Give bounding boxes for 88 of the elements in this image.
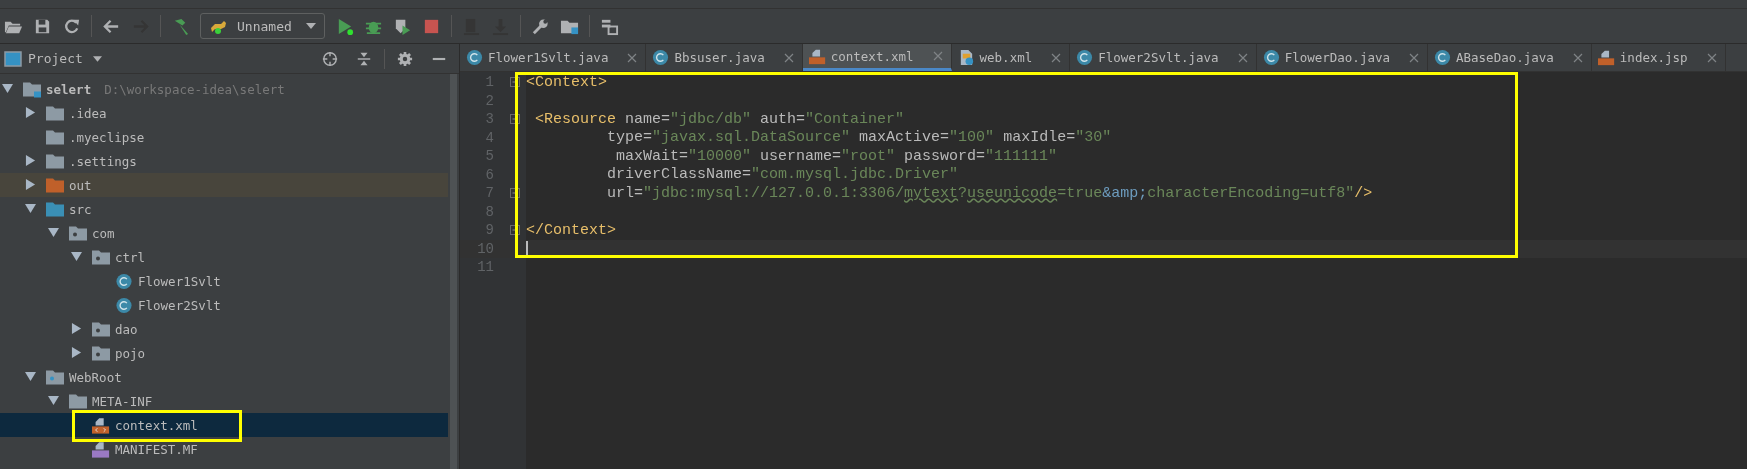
class-icon (115, 296, 133, 314)
fold-icon[interactable] (510, 114, 520, 125)
folder-icon (46, 104, 64, 122)
tree-item[interactable]: ctrl (0, 245, 448, 269)
settings-icon[interactable] (530, 16, 550, 36)
expanded-arrow-icon[interactable] (47, 395, 59, 406)
xml-file-icon (92, 416, 110, 434)
text-cursor (526, 240, 528, 257)
panel-title[interactable]: Project (28, 51, 83, 66)
fold-icon[interactable] (510, 225, 520, 236)
collapse-icon[interactable] (356, 50, 372, 67)
editor-tab[interactable]: Flower1Svlt.java (460, 44, 647, 71)
code-line: maxWait="10000" username="root" password="111111" (615, 147, 1058, 165)
close-icon[interactable] (1706, 52, 1717, 63)
expanded-arrow-icon[interactable] (1, 83, 13, 94)
tree-item[interactable]: com (0, 221, 448, 245)
tree-item[interactable]: pojo (0, 341, 448, 365)
tree-item[interactable]: out (0, 173, 448, 197)
xml-file-icon (808, 47, 826, 65)
folder-icon (92, 344, 110, 362)
expanded-arrow-icon[interactable] (24, 203, 36, 214)
fold-icon[interactable] (510, 77, 520, 88)
code-line: <Resource name="jdbc/db" auth="Container" (534, 110, 905, 128)
code-line: type="javax.sql.DataSource" maxActive="100" maxIdle="30" (606, 129, 1112, 147)
close-icon[interactable] (1237, 52, 1248, 63)
code-line: url="jdbc:mysql://127.0.0.1:3306/mytext?useunicode=true&amp;characterEncoding=utf8"/> (606, 184, 1373, 202)
tree-item[interactable]: context.xml (0, 413, 448, 437)
tree-item[interactable]: src (0, 197, 448, 221)
expanded-arrow-icon[interactable] (47, 227, 59, 238)
collapsed-arrow-icon[interactable] (24, 107, 36, 118)
editor-tab[interactable]: ABaseDao.java (1428, 44, 1592, 71)
class-icon (115, 272, 133, 290)
collapsed-arrow-icon[interactable] (70, 323, 82, 334)
target-icon[interactable] (322, 50, 338, 67)
folder-icon (46, 152, 64, 170)
class-icon (1262, 49, 1280, 66)
tree-item[interactable]: Flower1Svlt (0, 269, 448, 293)
editor-tab[interactable]: FlowerDao.java (1256, 44, 1428, 71)
project-path: D:\workspace-idea\selert (104, 81, 285, 97)
folder-icon (46, 200, 64, 218)
editor-tab[interactable]: web.xml (951, 44, 1071, 71)
folder-icon (46, 128, 64, 146)
collapsed-arrow-icon[interactable] (70, 347, 82, 358)
folder-icon (46, 176, 64, 194)
fold-icon[interactable] (510, 188, 520, 199)
close-icon[interactable] (1409, 52, 1419, 63)
editor-tab[interactable]: context.xml (802, 44, 952, 71)
project-window-icon (4, 50, 22, 67)
expanded-arrow-icon[interactable] (24, 371, 36, 382)
folder-icon (23, 80, 41, 98)
folder-icon (92, 320, 110, 338)
tree-item[interactable]: selert D:\workspace-idea\selert (0, 77, 448, 101)
tree-item[interactable]: .myeclipse (0, 125, 448, 149)
class-icon (466, 49, 483, 66)
tree-item[interactable]: MANIFEST.MF (0, 437, 448, 461)
editor-tab[interactable]: Bbsuser.java (646, 44, 803, 71)
manifest-file-icon (92, 440, 110, 458)
tree-item[interactable]: .settings (0, 149, 448, 173)
class-icon (1434, 49, 1451, 66)
scrollbar[interactable] (450, 74, 457, 469)
code-line: </Context> (526, 221, 616, 239)
tree-item[interactable]: META-INF (0, 389, 448, 413)
folder-icon (69, 392, 87, 410)
collapsed-arrow-icon[interactable] (24, 155, 36, 166)
collapsed-arrow-icon[interactable] (24, 179, 36, 190)
settings-icon[interactable] (397, 50, 413, 67)
close-icon[interactable] (1572, 52, 1583, 63)
code-line: driverClassName="com.mysql.jdbc.Driver" (606, 166, 959, 184)
expanded-arrow-icon[interactable] (70, 251, 82, 262)
folder-icon (46, 368, 64, 386)
tree-item[interactable]: Flower2Svlt (0, 293, 448, 317)
close-icon[interactable] (1051, 52, 1062, 63)
folder-icon (92, 248, 110, 266)
close-icon[interactable] (627, 52, 638, 63)
class-icon (652, 49, 670, 66)
close-icon[interactable] (783, 52, 794, 63)
editor-tab[interactable]: index.jsp (1591, 44, 1726, 71)
caret-icon[interactable] (92, 55, 102, 62)
folder-icon (69, 224, 87, 242)
tree-item[interactable]: .idea (0, 101, 448, 125)
run-config-dropdown[interactable]: Unnamed (200, 13, 325, 39)
caret-icon (305, 23, 316, 29)
code-line: <Context> (526, 73, 607, 91)
class-icon (1076, 49, 1094, 66)
jsp-file-icon (1597, 49, 1615, 66)
editor-tab[interactable]: Flower2Svlt.java (1070, 44, 1257, 71)
tree-item[interactable]: WebRoot (0, 365, 448, 389)
tree-item[interactable]: dao (0, 317, 448, 341)
